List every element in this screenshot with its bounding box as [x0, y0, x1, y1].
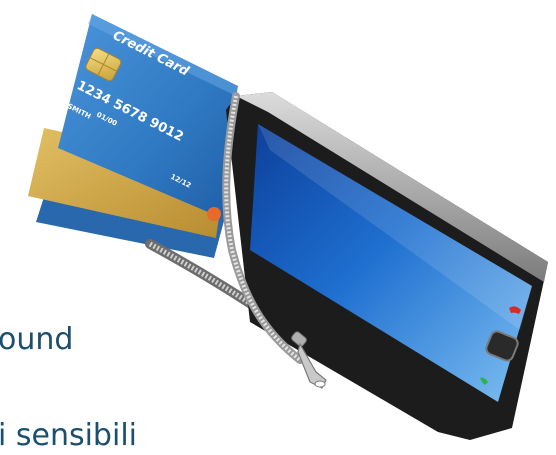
slide-text-line-2: i sensibili	[0, 418, 137, 453]
illustration: Credit Card 1234 5678 9012 J. SMITH 01/0…	[28, 14, 548, 440]
smartphone	[222, 92, 548, 440]
slide-text-line-1: ound	[0, 322, 74, 357]
card-logo-icon	[207, 207, 221, 221]
